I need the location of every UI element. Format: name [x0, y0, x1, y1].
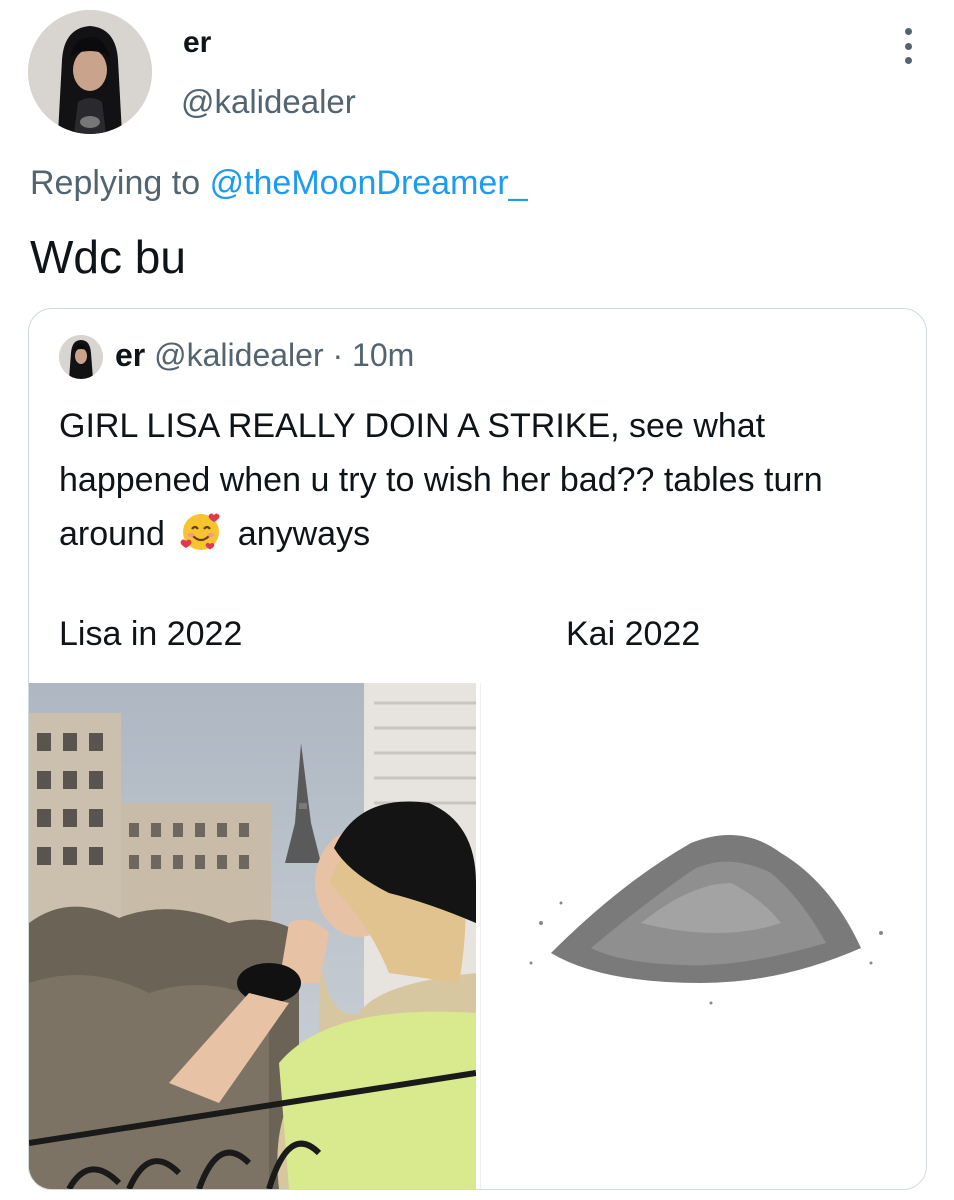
photo-woman-on-balcony[interactable] — [29, 683, 476, 1189]
quote-meta: er @kalidealer · 10m — [115, 337, 414, 374]
quote-text: GIRL LISA REALLY DOIN A STRIKE, see what… — [59, 399, 909, 561]
reply-mention-link[interactable]: @theMoonDreamer_ — [210, 164, 528, 202]
avatar[interactable] — [28, 10, 152, 134]
quote-display-name[interactable]: er — [115, 337, 145, 373]
reply-prefix: Replying to — [30, 164, 201, 202]
quote-avatar[interactable] — [59, 335, 103, 379]
quote-timestamp[interactable]: 10m — [352, 337, 414, 373]
tweet-text: Wdc bu — [30, 231, 186, 283]
quote-tweet-card[interactable]: er @kalidealer · 10m GIRL LISA REALLY DO… — [28, 308, 927, 1190]
display-name[interactable]: er — [183, 26, 211, 60]
smiling-face-with-hearts-icon — [180, 511, 222, 553]
photo-ash-pile[interactable] — [480, 683, 926, 1189]
quote-text-part2: anyways — [237, 515, 371, 553]
image-caption-left: Lisa in 2022 — [59, 615, 243, 653]
quote-text-part1: GIRL LISA REALLY DOIN A STRIKE, see what… — [59, 407, 823, 553]
user-handle[interactable]: @kalidealer — [181, 83, 356, 121]
replying-to: Replying to @theMoonDreamer_ — [30, 164, 528, 203]
meta-separator: · — [332, 337, 344, 373]
more-vertical-icon[interactable] — [900, 28, 916, 64]
image-caption-right: Kai 2022 — [566, 615, 701, 653]
quote-handle[interactable]: @kalidealer — [154, 337, 323, 373]
